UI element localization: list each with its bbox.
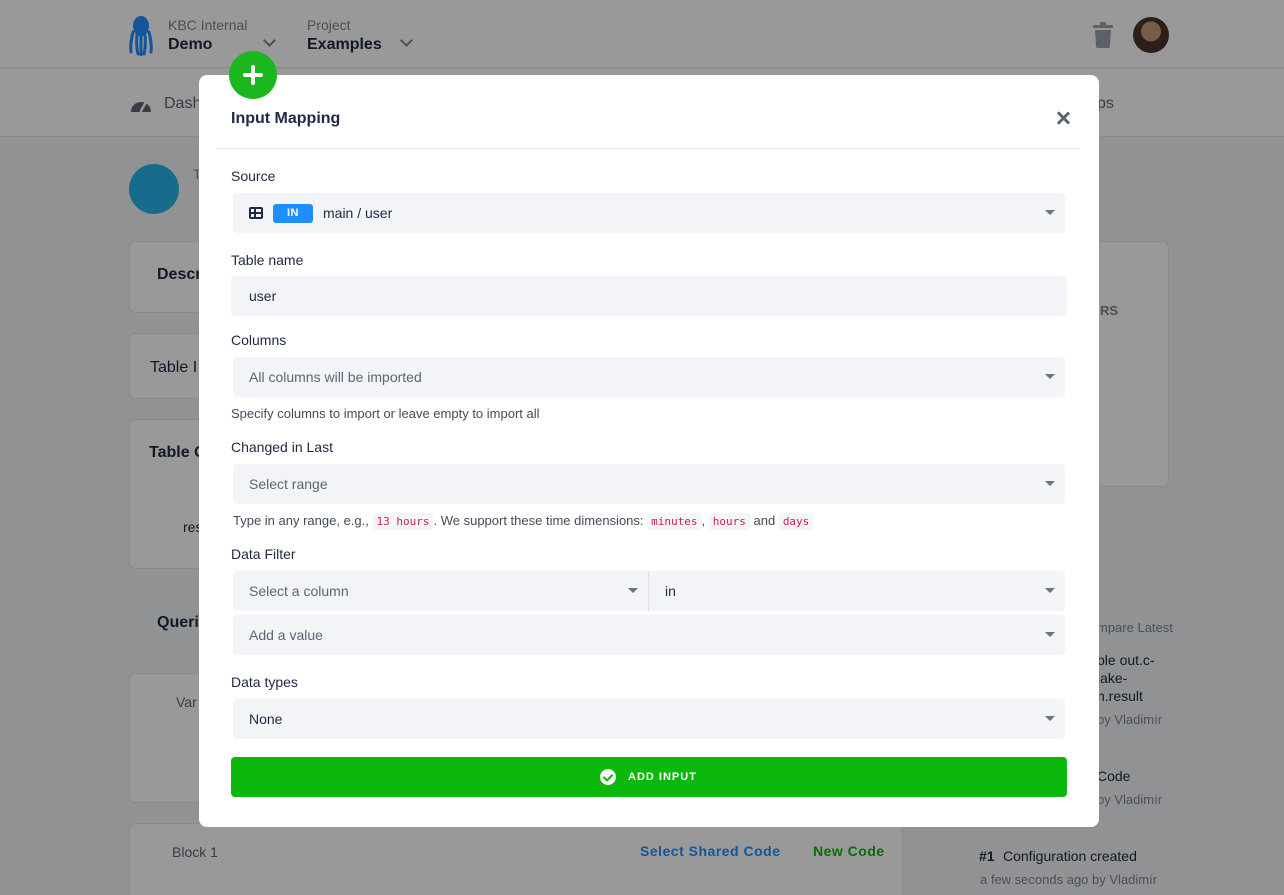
data-types-value: None bbox=[249, 711, 283, 727]
columns-label: Columns bbox=[231, 332, 287, 348]
columns-select[interactable]: All columns will be imported bbox=[233, 357, 1065, 397]
dimension-hours: hours bbox=[708, 513, 750, 530]
stage-badge: IN bbox=[273, 204, 313, 223]
modal-header-divider bbox=[217, 148, 1079, 149]
caret-down-icon bbox=[628, 588, 638, 593]
table-name-input[interactable]: user bbox=[231, 276, 1067, 316]
filter-column-placeholder: Select a column bbox=[249, 583, 349, 599]
modal-title: Input Mapping bbox=[231, 110, 341, 127]
help-and: and bbox=[753, 513, 776, 528]
changed-in-last-placeholder: Select range bbox=[249, 476, 328, 492]
close-icon[interactable] bbox=[1054, 109, 1072, 127]
dimension-days: days bbox=[778, 513, 814, 530]
caret-down-icon bbox=[1045, 481, 1055, 486]
source-label: Source bbox=[231, 168, 276, 184]
source-value: main / user bbox=[323, 205, 393, 221]
data-types-label: Data types bbox=[231, 674, 298, 690]
source-select[interactable]: IN main / user bbox=[233, 193, 1065, 233]
add-input-label: ADD INPUT bbox=[628, 771, 697, 783]
filter-operator-value: in bbox=[665, 583, 676, 599]
plus-icon bbox=[229, 51, 277, 99]
dimension-minutes: minutes bbox=[647, 513, 702, 530]
caret-down-icon bbox=[1045, 632, 1055, 637]
caret-down-icon bbox=[1045, 588, 1055, 593]
filter-values-select[interactable]: Add a value bbox=[233, 615, 1065, 655]
filter-values-placeholder: Add a value bbox=[249, 627, 323, 643]
help-middle: . We support these time dimensions: bbox=[433, 513, 644, 528]
check-circle-icon bbox=[600, 769, 616, 785]
input-mapping-modal: Input Mapping Source IN main / user Tabl… bbox=[199, 75, 1099, 827]
filter-operator-select[interactable]: in bbox=[649, 571, 1065, 611]
columns-help-text: Specify columns to import or leave empty… bbox=[231, 406, 540, 421]
table-icon bbox=[249, 207, 263, 219]
table-name-value: user bbox=[249, 288, 277, 304]
example-range-code: 13 hours bbox=[372, 513, 434, 530]
changed-in-last-help: Type in any range, e.g., 13 hours. We su… bbox=[233, 513, 814, 530]
caret-down-icon bbox=[1045, 716, 1055, 721]
caret-down-icon bbox=[1045, 210, 1055, 215]
data-types-select[interactable]: None bbox=[233, 699, 1065, 739]
columns-placeholder: All columns will be imported bbox=[249, 369, 422, 385]
data-filter-row: Select a column in bbox=[233, 571, 1065, 611]
filter-column-select[interactable]: Select a column bbox=[233, 571, 648, 611]
changed-in-last-label: Changed in Last bbox=[231, 439, 333, 455]
table-name-label: Table name bbox=[231, 252, 304, 268]
caret-down-icon bbox=[1045, 374, 1055, 379]
add-input-button[interactable]: ADD INPUT bbox=[231, 757, 1067, 797]
help-prefix: Type in any range, e.g., bbox=[233, 513, 369, 528]
data-filter-label: Data Filter bbox=[231, 546, 296, 562]
changed-in-last-select[interactable]: Select range bbox=[233, 464, 1065, 504]
